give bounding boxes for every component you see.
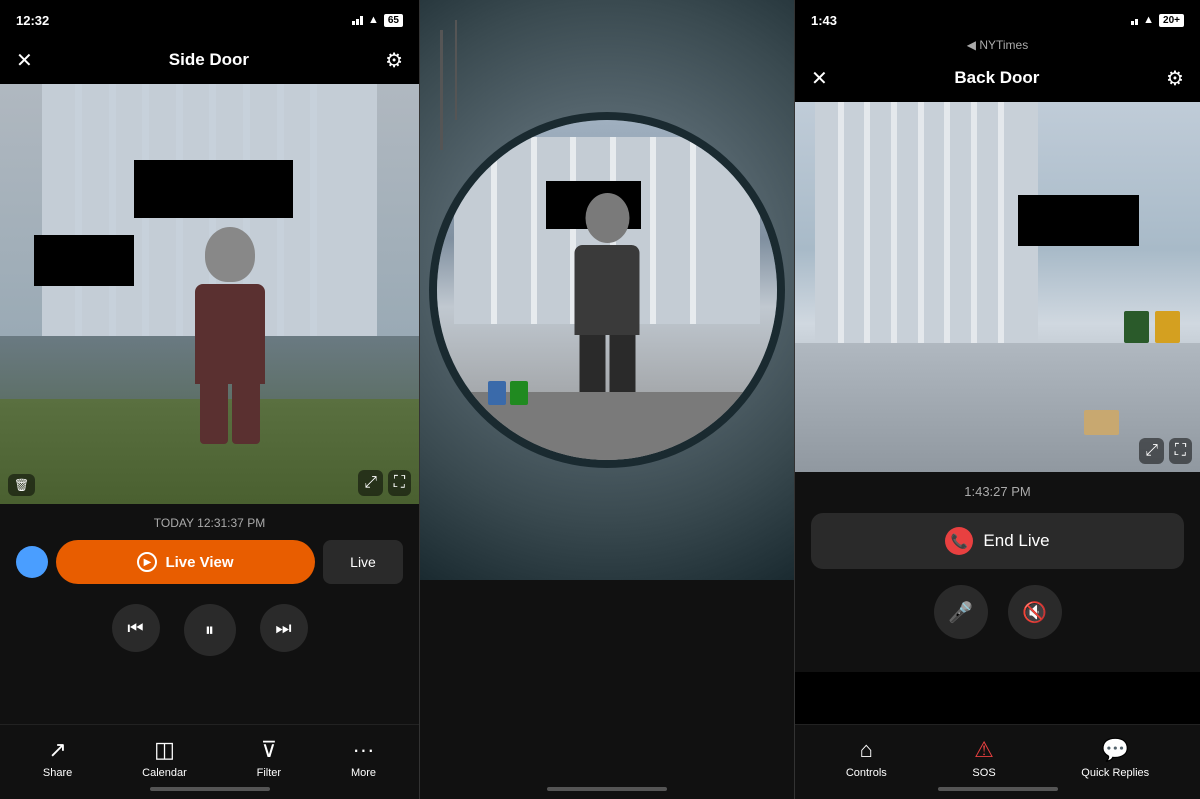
middle-phone	[420, 0, 795, 799]
tree-left	[440, 30, 443, 150]
trash-bins	[488, 381, 528, 405]
time-right: 1:43	[811, 13, 837, 28]
controls-nav-item[interactable]: ⌂ Controls	[846, 737, 887, 779]
scene-middle	[420, 0, 794, 580]
wifi-icon-right: ▲	[1143, 14, 1154, 26]
status-bar-left: 12:32 ▲ 65	[0, 0, 419, 36]
filter-label: Filter	[257, 767, 281, 779]
wifi-icon-left: ▲	[368, 14, 379, 26]
live-view-play-icon: ▶	[137, 552, 157, 572]
controls-area-left: TODAY 12:31:37 PM ▶ Live View Live ⏮ ⏸ ⏭	[0, 504, 419, 724]
close-icon-right[interactable]: ✕	[811, 66, 828, 91]
left-phone: 12:32 ▲ 65 ✕ Side Door ⚙	[0, 0, 420, 799]
tree-left2	[455, 20, 457, 120]
expand-button-left[interactable]: ⤢	[358, 470, 383, 496]
trash-button[interactable]: 🗑	[8, 474, 35, 496]
sos-label: SOS	[972, 767, 995, 779]
live-timestamp: 1:43:27 PM	[964, 484, 1031, 499]
camera-feed-middle	[420, 0, 794, 580]
timeline-dot	[16, 546, 48, 578]
status-icons-left: ▲ 65	[352, 14, 403, 27]
nav-bar-left: ✕ Side Door ⚙	[0, 36, 419, 84]
speaker-button[interactable]: 🔇	[1008, 585, 1062, 639]
next-button[interactable]: ⏭	[260, 604, 308, 652]
status-bar-right: 1:43 ▲ 20+	[795, 0, 1200, 36]
more-label: More	[351, 767, 376, 779]
more-icon: ···	[352, 737, 374, 763]
right-phone: 1:43 ▲ 20+ ◀ NYTimes ✕ Back Door ⚙	[795, 0, 1200, 799]
scene-left	[0, 84, 419, 504]
mic-button[interactable]: 🎤	[934, 585, 988, 639]
controls-label: Controls	[846, 767, 887, 779]
live-view-label: Live View	[165, 554, 233, 571]
fullscreen-button-left[interactable]: ⛶	[388, 470, 411, 496]
live-controls-area: 1:43:27 PM 📞 End Live 🎤 🔇	[795, 472, 1200, 672]
pause-button[interactable]: ⏸	[184, 604, 236, 656]
expand-button-right[interactable]: ⤢	[1139, 438, 1164, 464]
settings-icon-left[interactable]: ⚙	[385, 48, 403, 73]
battery-right: 20+	[1159, 14, 1184, 27]
quick-replies-label: Quick Replies	[1081, 767, 1149, 779]
timestamp-left: TODAY 12:31:37 PM	[16, 516, 403, 530]
camera-feed-left: 🗑 ⤢ ⛶	[0, 84, 419, 504]
battery-left: 65	[384, 14, 403, 27]
calendar-label: Calendar	[142, 767, 187, 779]
camera-feed-right: ⤢ ⛶	[795, 102, 1200, 472]
fullscreen-button-right[interactable]: ⛶	[1169, 438, 1192, 464]
package	[1084, 410, 1119, 435]
filter-nav-item[interactable]: ⊽ Filter	[257, 737, 281, 779]
controls-icon: ⌂	[860, 737, 873, 763]
scene-right: ⤢ ⛶	[795, 102, 1200, 472]
mic-icon: 🎤	[948, 600, 973, 625]
close-icon-left[interactable]: ✕	[16, 48, 33, 73]
prev-button[interactable]: ⏮	[112, 604, 160, 652]
end-live-button[interactable]: 📞 End Live	[811, 513, 1184, 569]
sos-nav-item[interactable]: ⚠ SOS	[972, 737, 995, 779]
home-indicator-middle	[547, 787, 667, 791]
redact-box-2-left	[34, 235, 135, 285]
camera-title-left: Side Door	[169, 50, 249, 70]
calendar-nav-item[interactable]: ◫ Calendar	[142, 737, 187, 779]
status-icons-right: ▲ 20+	[1131, 14, 1184, 27]
person-middle	[575, 193, 640, 405]
live-view-button[interactable]: ▶ Live View	[56, 540, 315, 584]
quick-replies-icon: 💬	[1102, 737, 1129, 763]
signal-icon-right	[1131, 15, 1138, 25]
mic-controls: 🎤 🔇	[934, 585, 1062, 639]
redact-box-right	[1018, 195, 1140, 247]
camera-title-right: Back Door	[954, 68, 1039, 88]
share-nav-item[interactable]: ↗ Share	[43, 737, 72, 779]
settings-icon-right[interactable]: ⚙	[1166, 66, 1184, 91]
live-button[interactable]: Live	[323, 540, 403, 584]
quick-replies-nav-item[interactable]: 💬 Quick Replies	[1081, 737, 1149, 779]
speaker-icon: 🔇	[1022, 600, 1047, 625]
sos-icon: ⚠	[974, 737, 994, 763]
share-icon: ↗	[48, 737, 66, 763]
timeline-row: ▶ Live View Live	[16, 540, 403, 584]
home-indicator-right	[938, 787, 1058, 791]
share-label: Share	[43, 767, 72, 779]
trash-bins-right	[1124, 311, 1180, 343]
nytimes-bar: ◀ NYTimes	[795, 36, 1200, 54]
calendar-icon: ◫	[154, 737, 175, 763]
signal-icon-left	[352, 15, 363, 25]
redact-box-1-left	[134, 160, 293, 219]
fisheye-frame	[437, 120, 777, 460]
playback-controls: ⏮ ⏸ ⏭	[16, 604, 403, 656]
time-left: 12:32	[16, 13, 49, 28]
nav-bar-right: ✕ Back Door ⚙	[795, 54, 1200, 102]
end-live-icon: 📞	[945, 527, 973, 555]
filter-icon: ⊽	[261, 737, 277, 763]
person-silhouette-left	[195, 227, 265, 444]
end-live-label: End Live	[983, 531, 1049, 551]
home-indicator-left	[150, 787, 270, 791]
more-nav-item[interactable]: ··· More	[351, 737, 376, 779]
